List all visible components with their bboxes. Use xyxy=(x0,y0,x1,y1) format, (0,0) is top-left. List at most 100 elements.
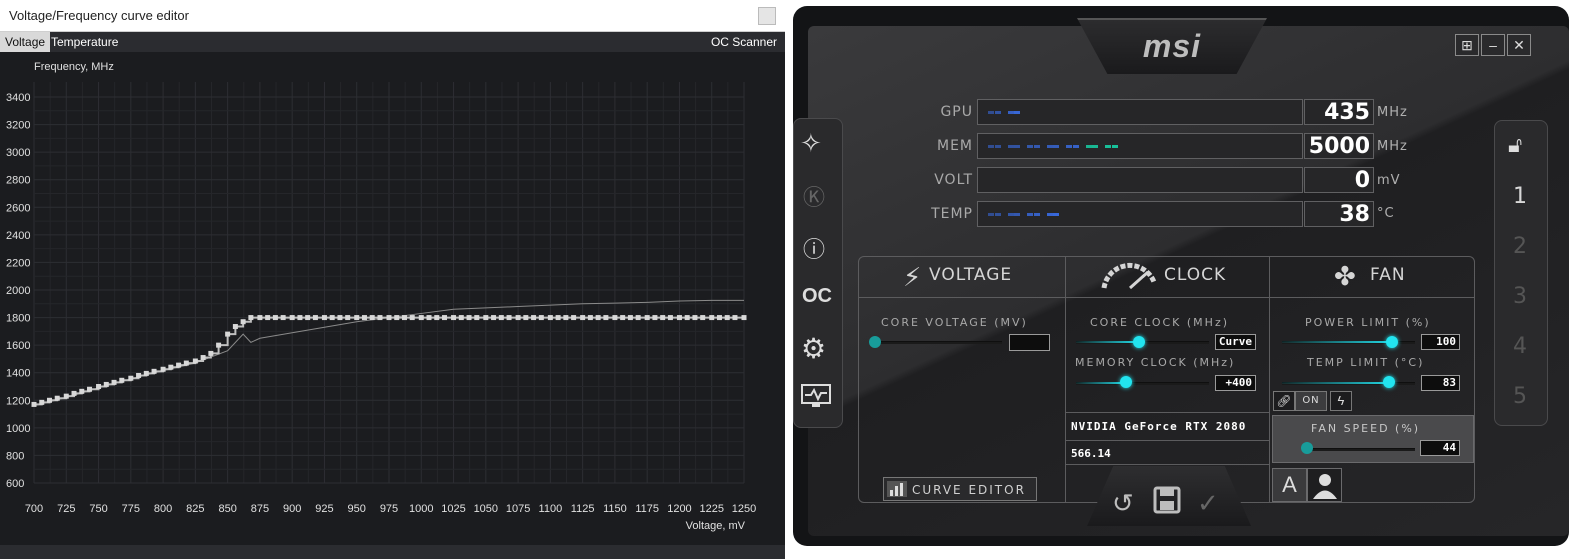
speedometer-icon xyxy=(1100,260,1158,290)
monitor-bar-segment xyxy=(1033,145,1040,148)
monitor-bar-segment xyxy=(1014,213,1020,216)
vf-curve-point xyxy=(289,315,295,321)
y-axis-label: Frequency, MHz xyxy=(34,61,114,73)
profile-5[interactable]: 5 xyxy=(1508,384,1532,409)
temp-limit-slider[interactable] xyxy=(1383,376,1395,388)
profile-1[interactable]: 1 xyxy=(1508,184,1532,209)
fan-speed-slider[interactable] xyxy=(1301,442,1313,454)
monitor-icon[interactable] xyxy=(800,382,832,410)
monitor-bar-segment xyxy=(988,111,994,114)
memory-clock-input[interactable]: +400 xyxy=(1215,375,1256,391)
core-voltage-slider[interactable] xyxy=(869,336,881,348)
vf-curve-point xyxy=(168,364,174,370)
reset-icon[interactable]: ↺ xyxy=(1112,488,1134,519)
oc-scanner-button[interactable]: OC Scanner xyxy=(711,32,777,52)
volt-label: VOLT xyxy=(934,172,973,188)
vf-curve-point xyxy=(724,315,730,321)
minimize-button[interactable]: – xyxy=(1481,34,1505,56)
monitor-bar-segment xyxy=(1033,213,1040,216)
fan-user-define-icon[interactable] xyxy=(1307,468,1342,502)
y-tick-label: 2200 xyxy=(6,257,30,269)
vf-curve-point xyxy=(377,315,383,321)
close-button[interactable] xyxy=(758,7,776,25)
x-tick-label: 825 xyxy=(186,503,204,515)
vf-curve-point xyxy=(692,315,698,321)
core-voltage-input[interactable] xyxy=(1009,334,1050,351)
fan-speed-label: FAN SPEED (%) xyxy=(1311,422,1421,435)
msi-dragon-icon[interactable]: ✧ xyxy=(800,128,822,159)
volt-unit: mV xyxy=(1377,173,1401,188)
divider xyxy=(858,297,1475,298)
fan-speed-input[interactable]: 44 xyxy=(1420,440,1460,456)
tab-temperature[interactable]: Temperature xyxy=(46,32,123,52)
fan-auto-button[interactable]: A xyxy=(1272,468,1307,502)
profile-3[interactable]: 3 xyxy=(1508,284,1532,309)
vf-curve-point xyxy=(96,384,102,389)
y-tick-label: 1600 xyxy=(6,340,30,352)
link-icon[interactable]: 🔗︎ xyxy=(1273,391,1295,411)
core-clock-input[interactable]: Curve xyxy=(1215,334,1256,350)
kombustor-icon[interactable]: Ⓚ xyxy=(803,180,825,212)
profile-toolbar xyxy=(1494,120,1548,426)
link-on-toggle[interactable]: ON xyxy=(1295,391,1327,411)
oc-scanner-icon[interactable]: OC xyxy=(802,285,832,308)
vf-curve-point xyxy=(216,342,222,348)
windows-icon[interactable]: ⊞ xyxy=(1455,34,1479,56)
vf-curve-point xyxy=(506,315,512,321)
divider xyxy=(1066,412,1270,413)
y-tick-label: 1200 xyxy=(6,395,30,407)
temp-label: TEMP xyxy=(931,206,973,222)
curve-editor-button[interactable]: CURVE EDITOR xyxy=(883,477,1037,501)
vf-curve-point xyxy=(386,315,392,321)
x-tick-label: 1250 xyxy=(732,503,756,515)
vf-curve-point xyxy=(409,315,415,321)
gear-icon[interactable]: ⚙ xyxy=(801,332,826,365)
gpu-value: 435 xyxy=(1304,99,1374,125)
vf-curve-point xyxy=(208,350,214,356)
vf-curve-point xyxy=(272,315,278,321)
memory-clock-slider[interactable] xyxy=(1120,376,1132,388)
tab-voltage[interactable]: Voltage xyxy=(0,32,51,52)
profile-4[interactable]: 4 xyxy=(1508,334,1532,359)
priority-lightning-icon[interactable]: ϟ xyxy=(1330,391,1352,411)
core-voltage-track xyxy=(872,341,1002,344)
vf-curve-point xyxy=(603,315,609,321)
vf-curve-point xyxy=(321,315,327,321)
mem-value: 5000 xyxy=(1304,133,1374,159)
monitor-bar-segment xyxy=(994,213,1001,216)
close-button[interactable]: ✕ xyxy=(1507,34,1531,56)
lock-open-icon[interactable]: 🔓︎ xyxy=(1508,132,1522,158)
memory-clock-label: MEMORY CLOCK (MHz) xyxy=(1075,356,1236,369)
profile-2[interactable]: 2 xyxy=(1508,234,1532,259)
vf-curve-point xyxy=(119,377,125,383)
temp-limit-input[interactable]: 83 xyxy=(1421,375,1460,391)
power-limit-input[interactable]: 100 xyxy=(1421,334,1460,350)
y-tick-label: 800 xyxy=(6,450,24,462)
vf-curve-point xyxy=(248,315,254,321)
y-tick-label: 1800 xyxy=(6,313,30,325)
vf-curve-point xyxy=(709,315,715,321)
info-icon[interactable]: ⓘ xyxy=(803,232,825,264)
monitor-bar-segment xyxy=(1053,145,1059,148)
vf-curve-point xyxy=(39,399,45,405)
vf-curve-point xyxy=(297,315,303,321)
save-icon[interactable] xyxy=(1153,486,1181,514)
monitor-bar-segment xyxy=(1105,145,1111,148)
monitor-bar-segment xyxy=(988,213,994,216)
vf-curve-point xyxy=(474,315,480,321)
window-title: Voltage/Frequency curve editor xyxy=(9,8,189,23)
monitor-bar-segment xyxy=(1007,111,1014,114)
curve-editor-titlebar: Voltage/Frequency curve editor xyxy=(0,0,785,32)
vf-curve-point xyxy=(183,360,189,366)
vf-curve-point xyxy=(345,315,351,321)
mem-unit: MHz xyxy=(1377,139,1408,154)
vf-curve-point xyxy=(741,315,747,321)
temp-unit: °C xyxy=(1377,206,1395,221)
apply-check-icon[interactable]: ✓ xyxy=(1197,488,1219,519)
vf-curve-point xyxy=(620,315,626,321)
vf-curve-point xyxy=(458,315,464,321)
power-limit-slider[interactable] xyxy=(1386,336,1398,348)
vf-curve-point xyxy=(426,315,432,321)
vf-curve-chart[interactable]: 700 725 750 775 800 825 850 875 900 925 950 975 1000… xyxy=(0,52,785,545)
core-clock-slider[interactable] xyxy=(1133,336,1145,348)
